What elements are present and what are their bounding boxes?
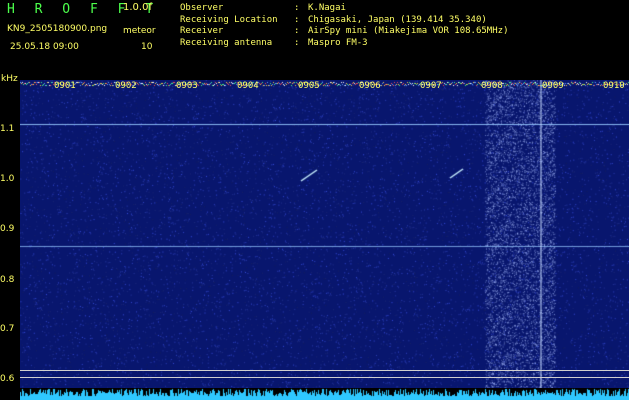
info-value: K.Nagai — [308, 3, 346, 13]
info-sep: : — [294, 3, 300, 13]
x-tick-label: 0907 — [420, 81, 442, 91]
x-tick-label: 0903 — [176, 81, 198, 91]
x-tick-label: 0904 — [237, 81, 259, 91]
x-tick-label: 0905 — [298, 81, 320, 91]
spectrogram-canvas — [20, 80, 629, 393]
app-version: 1.0.0f — [123, 2, 152, 13]
reference-line-lower — [20, 377, 629, 378]
observation-datetime: 25.05.18 09:00 — [10, 42, 79, 52]
info-sep: : — [294, 26, 300, 36]
reference-line-upper — [20, 370, 629, 371]
hrofft-window: H R O F F T 1.0.0f KN9_2505180900.png me… — [0, 0, 629, 400]
x-tick-label: 0908 — [481, 81, 503, 91]
info-value: Chigasaki, Japan (139.414 35.340) — [308, 14, 487, 25]
image-filename: KN9_2505180900.png — [7, 24, 108, 34]
y-tick-label: 0.8 — [0, 275, 15, 285]
meteor-count-label: meteor — [123, 26, 156, 36]
info-value: AirSpy mini (Miakejima VOR 108.65MHz) — [308, 26, 509, 36]
meteor-count-value: 10 — [141, 42, 153, 52]
info-row-observer: Observer : K.Nagai — [180, 3, 508, 15]
info-row-antenna: Receiving antenna : Maspro FM-3 — [180, 38, 508, 50]
y-tick-label: 0.6 — [0, 374, 15, 384]
x-tick-label: 0901 — [54, 81, 76, 91]
info-key: Receiving Location — [180, 14, 278, 25]
info-sep: : — [294, 14, 300, 25]
info-value: Maspro FM-3 — [308, 37, 368, 48]
x-tick-label: 0909 — [542, 81, 564, 91]
info-row-location: Receiving Location : Chigasaki, Japan (1… — [180, 15, 508, 27]
x-tick-label: 0906 — [359, 81, 381, 91]
y-tick-label: 0.9 — [0, 224, 15, 234]
y-tick-label: 0.7 — [0, 324, 15, 334]
y-axis-unit: kHz — [1, 74, 18, 84]
info-key: Receiving antenna — [180, 37, 273, 48]
info-row-receiver: Receiver : AirSpy mini (Miakejima VOR 10… — [180, 26, 508, 38]
x-tick-label: 0902 — [115, 81, 137, 91]
signal-level-strip — [20, 388, 629, 400]
x-tick-label: 0910 — [603, 81, 625, 91]
observation-info: Observer : K.Nagai Receiving Location : … — [180, 3, 508, 49]
header-panel: H R O F F T 1.0.0f KN9_2505180900.png me… — [0, 0, 629, 78]
info-sep: : — [294, 37, 300, 48]
y-tick-label: 1.0 — [0, 174, 15, 184]
y-tick-label: 1.1 — [0, 124, 15, 134]
info-key: Observer — [180, 3, 224, 13]
spectrogram-plot — [20, 80, 629, 393]
info-key: Receiver — [180, 26, 224, 36]
